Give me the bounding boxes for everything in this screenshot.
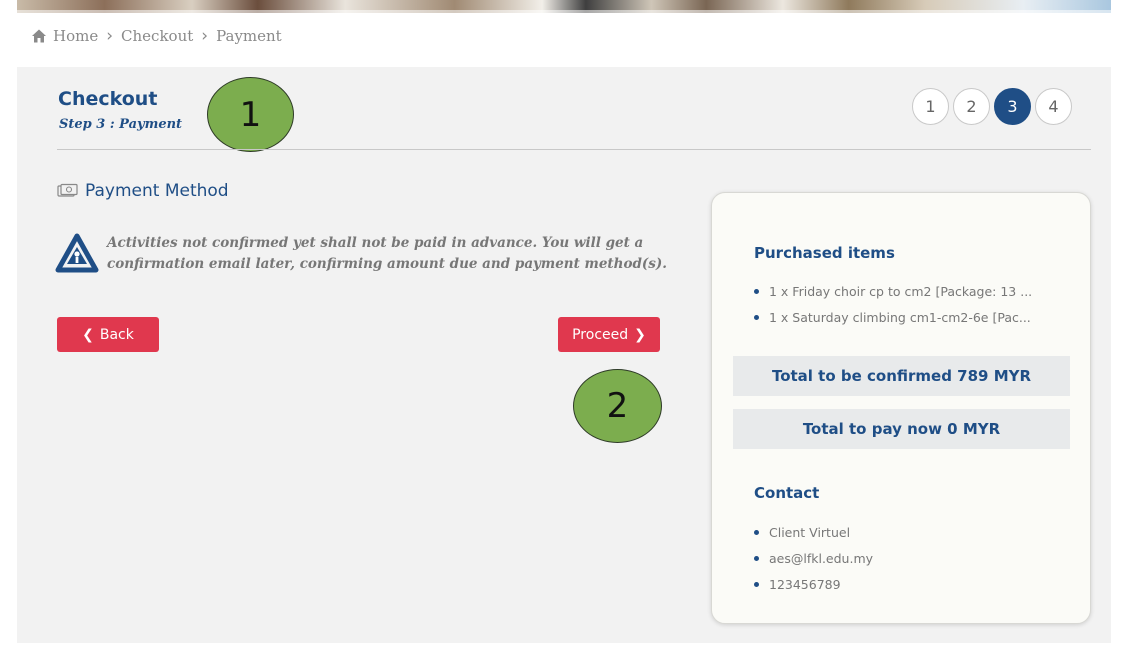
list-item: 123456789 bbox=[754, 571, 873, 597]
proceed-button-label: Proceed bbox=[572, 326, 629, 343]
total-to-pay-now: Total to pay now 0 MYR bbox=[733, 409, 1070, 449]
purchased-items-list: 1 x Friday choir cp to cm2 [Package: 13 … bbox=[754, 278, 1032, 330]
chevron-left-icon: ❮ bbox=[82, 326, 94, 343]
order-summary-card: Purchased items 1 x Friday choir cp to c… bbox=[711, 192, 1091, 624]
warning-text: Activities not confirmed yet shall not b… bbox=[107, 235, 667, 272]
page-subtitle: Step 3 : Payment bbox=[59, 117, 183, 132]
total-to-be-confirmed: Total to be confirmed 789 MYR bbox=[733, 356, 1070, 396]
annotation-marker-2: 2 bbox=[573, 369, 662, 443]
step-4: 4 bbox=[1035, 88, 1072, 125]
chevron-right-icon: › bbox=[201, 26, 209, 46]
payment-method-heading: Payment Method bbox=[57, 181, 229, 201]
home-icon[interactable] bbox=[31, 28, 47, 44]
breadcrumb-checkout[interactable]: Checkout bbox=[121, 27, 193, 45]
chevron-right-icon: › bbox=[106, 26, 114, 46]
bullet-icon bbox=[754, 288, 759, 294]
contact-email: aes@lfkl.edu.my bbox=[769, 550, 874, 566]
payment-warning: Activities not confirmed yet shall not b… bbox=[55, 233, 695, 275]
contact-list: Client Virtuel aes@lfkl.edu.my 123456789 bbox=[754, 519, 873, 597]
back-button[interactable]: ❮ Back bbox=[57, 317, 159, 352]
proceed-button[interactable]: Proceed ❯ bbox=[558, 317, 660, 352]
bullet-icon bbox=[754, 529, 759, 535]
checkout-panel: Checkout Step 3 : Payment 1 1 2 3 4 Paym… bbox=[17, 67, 1111, 643]
purchased-item-text: 1 x Saturday climbing cm1-cm2-6e [Pac... bbox=[769, 309, 1031, 325]
bullet-icon bbox=[754, 314, 759, 320]
step-1[interactable]: 1 bbox=[912, 88, 949, 125]
breadcrumb: Home › Checkout › Payment bbox=[31, 26, 282, 46]
money-icon bbox=[57, 183, 78, 197]
list-item: aes@lfkl.edu.my bbox=[754, 545, 873, 571]
purchased-item-text: 1 x Friday choir cp to cm2 [Package: 13 … bbox=[769, 283, 1033, 299]
step-indicator: 1 2 3 4 bbox=[912, 88, 1072, 125]
annotation-marker-1: 1 bbox=[207, 77, 294, 152]
breadcrumb-home[interactable]: Home bbox=[53, 27, 98, 45]
bullet-icon bbox=[754, 555, 759, 561]
page-title: Checkout bbox=[58, 88, 158, 110]
list-item: 1 x Friday choir cp to cm2 [Package: 13 … bbox=[754, 278, 1032, 304]
header-banner-image bbox=[17, 0, 1111, 13]
list-item: Client Virtuel bbox=[754, 519, 873, 545]
list-item: 1 x Saturday climbing cm1-cm2-6e [Pac... bbox=[754, 304, 1032, 330]
back-button-label: Back bbox=[99, 326, 134, 343]
step-3-current: 3 bbox=[994, 88, 1031, 125]
payment-method-label: Payment Method bbox=[85, 181, 229, 201]
contact-heading: Contact bbox=[754, 484, 820, 502]
purchased-items-heading: Purchased items bbox=[754, 244, 895, 262]
contact-name: Client Virtuel bbox=[769, 524, 851, 540]
contact-phone: 123456789 bbox=[769, 576, 841, 592]
warning-icon bbox=[55, 233, 99, 273]
breadcrumb-payment: Payment bbox=[216, 27, 282, 45]
header-divider bbox=[57, 149, 1091, 150]
chevron-right-icon: ❯ bbox=[634, 326, 646, 343]
step-2[interactable]: 2 bbox=[953, 88, 990, 125]
bullet-icon bbox=[754, 581, 759, 587]
